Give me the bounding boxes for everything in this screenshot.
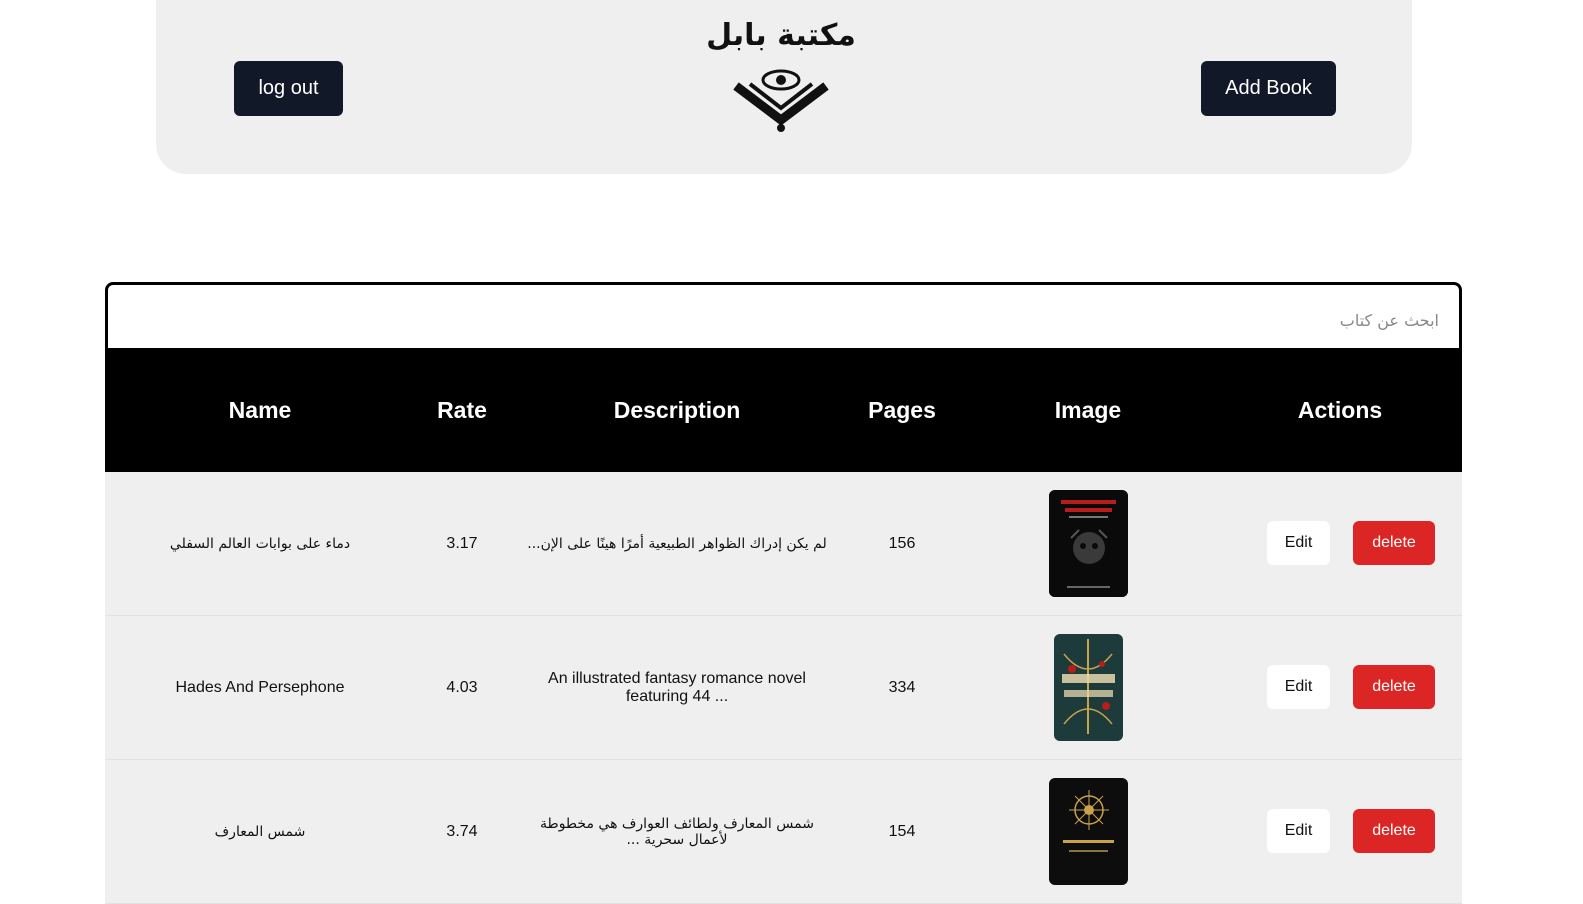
edit-button[interactable]: Edit [1267,521,1330,565]
book-cover-image [1053,634,1123,741]
column-header-description: Description [613,396,741,423]
book-name: Hades And Persephone [175,678,345,696]
logout-button[interactable]: log out [234,61,343,116]
books-panel: Name Rate Description Pages Image Action… [105,282,1462,904]
book-pages: 156 [888,534,916,552]
book-cover-image [1048,490,1128,597]
edit-button[interactable]: Edit [1267,809,1330,853]
search-input[interactable] [837,305,1441,335]
book-description: An illustrated fantasy romance novel fea… [548,669,806,705]
book-cover-cell [1008,472,1168,615]
book-name: دماء على بوابات العالم السفلي [169,535,351,552]
book-name: شمس المعارف [214,823,306,840]
book-pages: 154 [888,822,916,840]
book-rate: 3.17 [446,534,478,552]
search-box [105,282,1462,351]
book-cover-cell [1008,616,1168,759]
delete-button[interactable]: delete [1353,521,1435,565]
column-header-pages: Pages [868,396,936,423]
add-book-button[interactable]: Add Book [1201,61,1336,116]
book-eye-icon [733,69,829,132]
column-header-name: Name [228,396,292,423]
book-cover-cell [1008,760,1168,903]
delete-button[interactable]: delete [1353,809,1435,853]
delete-button[interactable]: delete [1353,665,1435,709]
column-header-actions: Actions [1297,396,1383,423]
book-description: شمس المعارف ولطائف العوارف هي مخطوطة لأع… [540,815,814,848]
book-rate: 3.74 [446,822,478,840]
column-header-image: Image [1054,396,1122,423]
book-pages: 334 [888,678,916,696]
edit-button[interactable]: Edit [1267,665,1330,709]
table-header: Name Rate Description Pages Image Action… [105,348,1462,472]
table-row: دماء على بوابات العالم السفلي 3.17 لم يك… [105,472,1462,616]
site-logo: مكتبة بابل [706,18,856,138]
book-description: لم يكن إدراك الظواهر الطبيعية أمرًا هينً… [527,535,827,552]
column-header-rate: Rate [437,396,487,423]
book-rate: 4.03 [446,678,478,696]
table-row: شمس المعارف 3.74 شمس المعارف ولطائف العو… [105,760,1462,904]
site-header: log out مكتبة بابل Add Book [156,0,1412,174]
table-row: Hades And Persephone 4.03 An illustrated… [105,616,1462,760]
